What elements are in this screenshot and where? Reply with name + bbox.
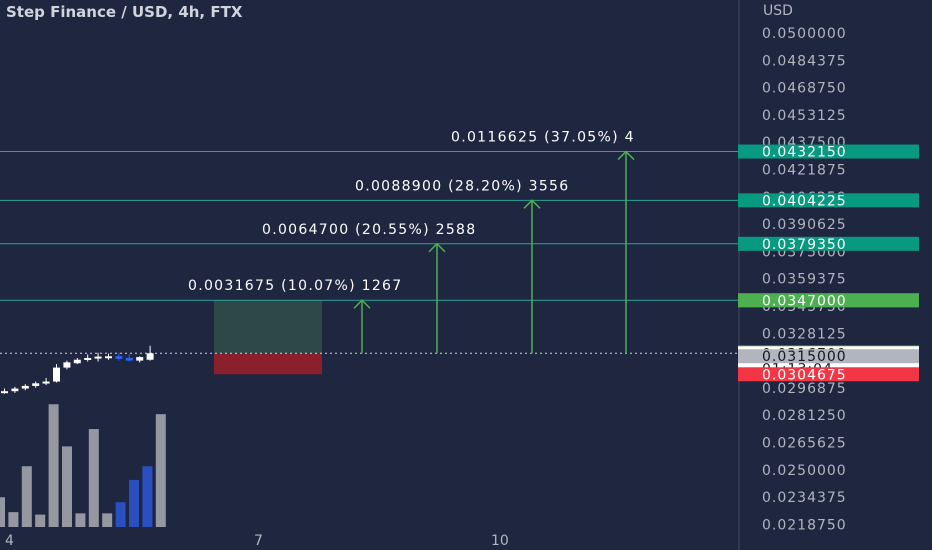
loss-zone xyxy=(214,353,322,375)
target-label: 0.0064700 (20.55%) 2588 xyxy=(262,222,476,238)
volume-bar xyxy=(88,429,99,527)
candle-body xyxy=(32,383,40,386)
time-tick-label: 4 xyxy=(5,533,14,549)
price-tick-label: 0.0453125 xyxy=(762,108,847,124)
price-badge-label: 0.0315000 xyxy=(762,349,847,365)
price-badge-label: 0.0379350 xyxy=(762,237,847,253)
candle-body xyxy=(94,356,102,359)
price-tick-label: 0.0484375 xyxy=(762,53,847,69)
price-badge-label: 0.0404225 xyxy=(762,193,847,209)
volume-bar xyxy=(21,466,32,527)
price-tick-label: 0.0218750 xyxy=(762,517,847,533)
price-tick-label: 0.0234375 xyxy=(762,490,847,506)
chart-title: Step Finance / USD, 4h, FTX xyxy=(6,3,243,21)
volume-bar xyxy=(35,514,46,527)
candle-body xyxy=(63,362,71,368)
price-tick-label: 0.0390625 xyxy=(762,217,847,233)
price-chart[interactable]: 0.0031675 (10.07%) 1267 0.0064700 (20.55%… xyxy=(0,0,932,550)
price-tick-label: 0.0500000 xyxy=(762,26,847,42)
price-tick-label: 0.0265625 xyxy=(762,436,847,452)
position-zone-layer xyxy=(214,300,322,375)
time-tick-label: 7 xyxy=(254,533,263,549)
volume-bar xyxy=(129,479,139,527)
volume-bar xyxy=(8,512,19,527)
candle-body xyxy=(115,356,123,359)
candle-body xyxy=(136,357,144,361)
target-label: 0.0116625 (37.05%) 4 xyxy=(451,130,635,146)
volume-bar xyxy=(62,446,72,527)
candle-body xyxy=(53,367,60,382)
price-axis-unit-label: USD xyxy=(763,3,793,19)
price-tick-label: 0.0468750 xyxy=(762,81,847,97)
price-tick-label: 0.0250000 xyxy=(762,463,847,479)
candle-body xyxy=(146,353,154,360)
time-tick-label: 10 xyxy=(491,533,509,549)
candle-body xyxy=(11,388,19,392)
candle-body xyxy=(84,357,92,360)
volume-bar xyxy=(155,414,166,527)
price-tick-label: 0.0421875 xyxy=(762,163,847,179)
price-tick-label: 0.0281250 xyxy=(762,408,847,424)
volume-bar xyxy=(102,513,113,527)
price-tick-label: 0.0296875 xyxy=(762,381,847,397)
candle-body xyxy=(42,381,50,384)
candle-body xyxy=(105,356,112,359)
volume-bar xyxy=(75,513,86,527)
volume-bar xyxy=(115,502,126,527)
volume-bar xyxy=(142,466,153,527)
target-label: 0.0031675 (10.07%) 1267 xyxy=(188,278,402,294)
target-label: 0.0088900 (28.20%) 3556 xyxy=(355,178,569,194)
candle-body xyxy=(1,391,8,394)
volume-bar xyxy=(0,497,5,527)
volume-bar xyxy=(48,404,59,527)
price-badge-label: 0.0432150 xyxy=(762,145,847,161)
price-tick-label: 0.0359375 xyxy=(762,272,847,288)
candle-body xyxy=(73,359,81,364)
price-badge-label: 0.0304675 xyxy=(762,367,847,383)
candle-body xyxy=(21,385,29,389)
profit-zone xyxy=(214,300,322,354)
candle-body xyxy=(125,357,133,361)
price-tick-label: 0.0328125 xyxy=(762,326,847,342)
price-badge-label: 0.0347000 xyxy=(762,293,847,309)
